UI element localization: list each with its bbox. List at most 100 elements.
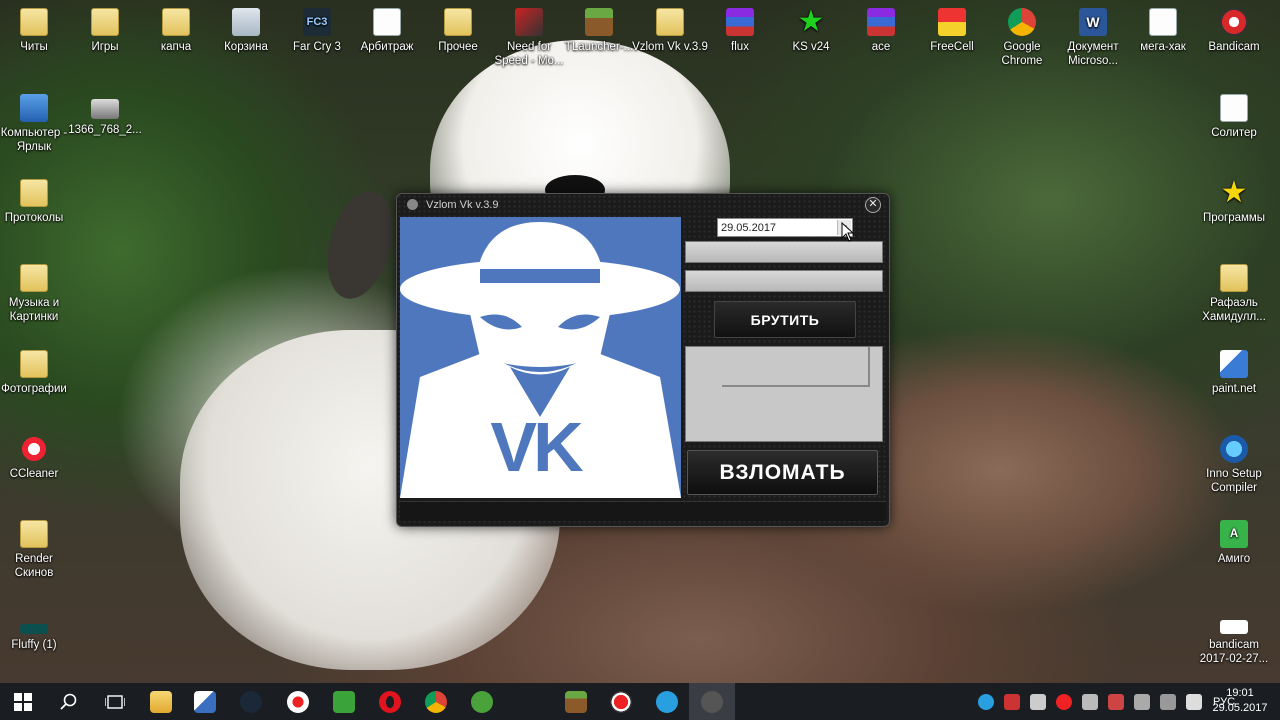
desktop-icon-photos[interactable]: Фотографии	[0, 350, 72, 396]
document-icon	[1149, 8, 1177, 36]
taskbar-vzlom-vk[interactable]	[689, 683, 735, 720]
taskbar-skype[interactable]	[644, 683, 690, 720]
taskbar-chrome[interactable]	[413, 683, 459, 720]
desktop-icon-flux[interactable]: flux	[702, 8, 778, 54]
folder-icon	[1220, 264, 1248, 292]
tray-record-icon[interactable]	[1056, 693, 1072, 710]
taskbar-steam[interactable]	[228, 683, 274, 720]
spy-vk-logo: VK	[400, 217, 681, 498]
start-button[interactable]	[0, 683, 46, 720]
network-icon[interactable]	[1134, 693, 1150, 710]
desktop-icon-kapcha[interactable]: капча	[138, 8, 214, 54]
desktop-icon-nfs[interactable]: Need for Speed - Mo...	[491, 8, 567, 68]
vzlom-vk-window: Vzlom Vk v.3.9 ✕ VK 29.05.2017 ▼ БРУТИТЬ…	[396, 193, 890, 527]
desktop-icon-recycle-bin[interactable]: Корзина	[208, 8, 284, 54]
close-button[interactable]: ✕	[865, 197, 881, 213]
app-icon	[194, 690, 216, 713]
desktop-icon-fluffy[interactable]: Fluffy (1)	[0, 606, 72, 652]
desktop-icon-tlauncher[interactable]: TLauncher-...	[561, 8, 637, 54]
desktop-icon-protokoly[interactable]: Протоколы	[0, 179, 72, 225]
taskbar-explorer[interactable]	[138, 683, 184, 720]
paint-icon	[1220, 350, 1248, 378]
desktop-icon-vzlom-vk[interactable]: Vzlom Vk v.3.9	[632, 8, 708, 54]
desktop-icon-image-1366[interactable]: 1366_768_2...	[67, 99, 143, 137]
desktop-icon-far-cry-3[interactable]: FC3 Far Cry 3	[279, 8, 355, 54]
task-view-icon	[105, 694, 125, 709]
desktop-icon-programs[interactable]: ★ Программы	[1196, 178, 1272, 225]
task-view-button[interactable]	[92, 683, 138, 720]
taskbar-utorrent[interactable]	[459, 683, 505, 720]
desktop-icon-bandicam-video[interactable]: bandicam 2017-02-27...	[1196, 606, 1272, 666]
tray-app-icon[interactable]	[1160, 693, 1176, 710]
desktop-icon-render-skins[interactable]: Render Скинов	[0, 520, 72, 580]
brute-button[interactable]: БРУТИТЬ	[714, 301, 856, 338]
desktop-icon-soliter[interactable]: Солитер	[1196, 94, 1272, 140]
taskbar-minecraft[interactable]	[553, 683, 599, 720]
folder-icon	[91, 8, 119, 36]
date-value: 29.05.2017	[721, 222, 777, 234]
desktop-icon-word-doc[interactable]: W Документ Microso...	[1055, 8, 1131, 68]
search-button[interactable]	[46, 683, 92, 720]
computer-icon	[20, 94, 48, 122]
recycle-bin-icon	[232, 8, 260, 36]
tray-app-icon[interactable]	[1108, 693, 1124, 710]
far-cry-icon: FC3	[303, 8, 331, 36]
title-bar[interactable]: Vzlom Vk v.3.9 ✕	[397, 194, 889, 216]
clock-date: 29.05.2017	[1212, 702, 1268, 714]
password-field[interactable]	[685, 270, 883, 292]
desktop-icon-ccleaner[interactable]: CCleaner	[0, 435, 72, 481]
desktop-icon-ace[interactable]: ace	[843, 8, 919, 54]
desktop-icon-paint-net[interactable]: paint.net	[1196, 350, 1272, 396]
archive-icon	[867, 8, 895, 36]
vzlom-vk-icon	[701, 690, 723, 713]
date-picker[interactable]: 29.05.2017 ▼	[717, 218, 853, 237]
desktop-icon-amigo[interactable]: A Амиго	[1196, 520, 1272, 566]
desktop-icon-inno-setup[interactable]: Inno Setup Compiler	[1196, 435, 1272, 495]
desktop-icon-mega-hak[interactable]: мега-хак	[1125, 8, 1201, 54]
tray-app-icon[interactable]	[1186, 693, 1202, 710]
file-icon	[656, 8, 684, 36]
taskbar-app-2[interactable]	[182, 683, 228, 720]
folder-icon	[20, 179, 48, 207]
word-icon: W	[1079, 8, 1107, 36]
nfs-icon	[515, 8, 543, 36]
system-tray: РУС	[973, 683, 1235, 720]
desktop-icon-rafael[interactable]: Рафаэль Хамидулл...	[1196, 264, 1272, 324]
folder-icon	[20, 8, 48, 36]
desktop-icon-ks-v24[interactable]: ★ KS v24	[773, 5, 849, 54]
search-icon	[60, 693, 77, 710]
tray-app-icon[interactable]	[1004, 693, 1020, 710]
taskbar-yandex[interactable]	[275, 683, 321, 720]
amigo-icon: A	[1220, 520, 1248, 548]
desktop-icon-arbitrazh[interactable]: Арбитраж	[349, 8, 425, 54]
image-icon	[20, 624, 48, 634]
vk-logo-text: VK	[490, 408, 583, 486]
result-box[interactable]	[685, 346, 883, 442]
login-field[interactable]	[685, 241, 883, 263]
document-icon	[1220, 94, 1248, 122]
tray-app-icon[interactable]	[1030, 693, 1046, 710]
clock[interactable]: 19:01 29.05.2017	[1210, 686, 1270, 716]
desktop-icon-chrome[interactable]: Google Chrome	[984, 8, 1060, 68]
taskbar-bandicam[interactable]	[598, 683, 644, 720]
folder-icon	[20, 520, 48, 548]
tray-app-icon[interactable]	[978, 693, 994, 710]
desktop-icon-igry[interactable]: Игры	[67, 8, 143, 54]
volume-icon[interactable]	[1082, 693, 1098, 710]
desktop-icon-chity[interactable]: Читы	[0, 8, 72, 54]
folder-icon	[162, 8, 190, 36]
video-file-icon	[1220, 620, 1248, 634]
wallpaper-bunny-ear	[316, 184, 404, 306]
desktop-icon-computer[interactable]: Компьютер - Ярлык	[0, 94, 72, 154]
star-icon: ★	[797, 5, 825, 38]
desktop-icon-bandicam[interactable]: Bandicam	[1196, 8, 1272, 54]
desktop-icon-music-pictures[interactable]: Музыка и Картинки	[0, 264, 72, 324]
taskbar-camtasia[interactable]	[321, 683, 367, 720]
desktop-icon-freecell[interactable]: FreeCell	[914, 8, 990, 54]
minecraft-icon	[585, 8, 613, 36]
folder-icon	[20, 264, 48, 292]
hack-button[interactable]: ВЗЛОМАТЬ	[687, 450, 878, 495]
desktop-icon-prochee[interactable]: Прочее	[420, 8, 496, 54]
taskbar: РУС 19:01 29.05.2017	[0, 683, 1280, 720]
taskbar-opera[interactable]	[367, 683, 413, 720]
